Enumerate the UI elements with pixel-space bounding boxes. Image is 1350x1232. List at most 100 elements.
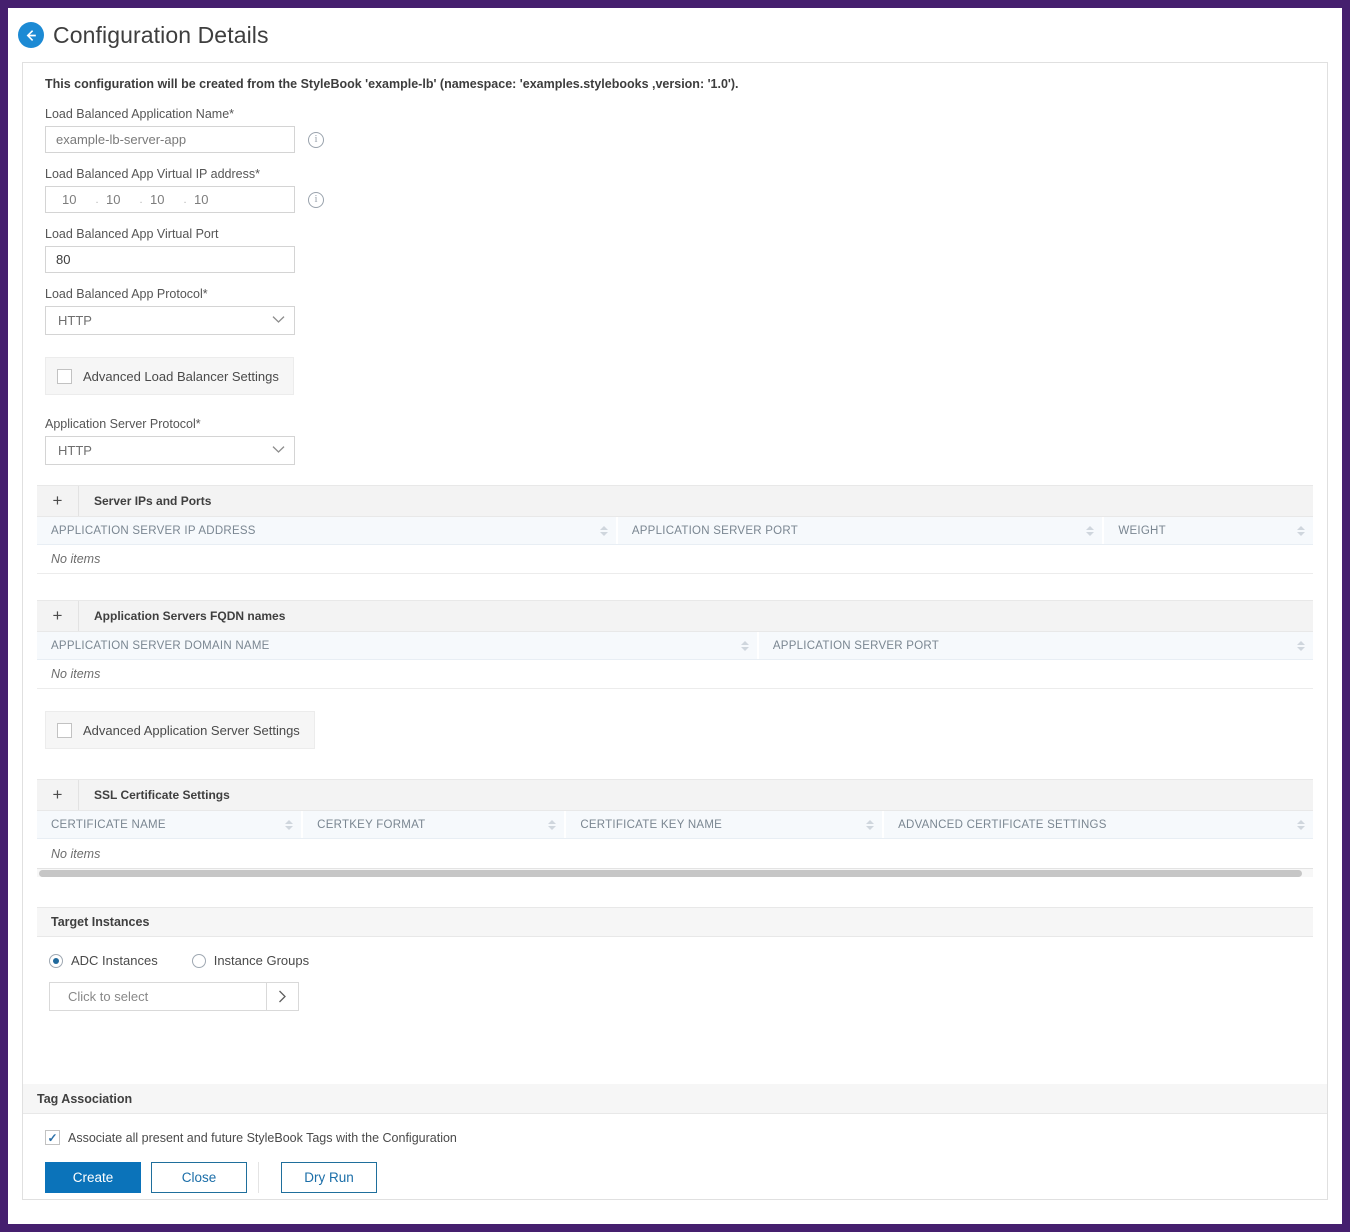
column-label: APPLICATION SERVER DOMAIN NAME xyxy=(51,639,270,652)
sort-icon[interactable] xyxy=(1297,525,1305,536)
app-name-input[interactable] xyxy=(45,126,295,153)
table-toolbar: + Server IPs and Ports xyxy=(37,485,1313,517)
section-target-instances: Target Instances ADC Instances Instance … xyxy=(37,907,1313,1011)
column-header-application-server-ip-address[interactable]: APPLICATION SERVER IP ADDRESS xyxy=(37,517,618,544)
sort-icon[interactable] xyxy=(740,640,749,651)
sort-icon[interactable] xyxy=(599,525,608,536)
sort-icon[interactable] xyxy=(866,819,875,830)
column-label: APPLICATION SERVER IP ADDRESS xyxy=(51,524,256,537)
app-protocol-label: Load Balanced App Protocol* xyxy=(45,287,208,301)
advanced-app-server-checkbox[interactable] xyxy=(57,722,72,738)
radio-adc-instances[interactable] xyxy=(49,953,63,968)
button-divider xyxy=(258,1162,259,1193)
table-application-servers-fqdn-names: + Application Servers FQDN names APPLICA… xyxy=(37,600,1313,689)
associate-tags-label: Associate all present and future StyleBo… xyxy=(68,1130,457,1145)
server-protocol-select[interactable]: HTTP xyxy=(45,436,295,465)
app-protocol-value: HTTP xyxy=(58,313,92,328)
column-header-application-server-domain-name[interactable]: APPLICATION SERVER DOMAIN NAME xyxy=(37,632,759,659)
column-label: ADVANCED CERTIFICATE SETTINGS xyxy=(898,818,1107,831)
advanced-load-balancer-settings-toggle[interactable]: Advanced Load Balancer Settings xyxy=(45,357,294,395)
ip-separator: . xyxy=(183,193,187,206)
table-header-row: APPLICATION SERVER DOMAIN NAME APPLICATI… xyxy=(37,632,1313,660)
ip-octet-1[interactable]: 10 xyxy=(62,192,88,207)
advanced-application-server-settings-toggle[interactable]: Advanced Application Server Settings xyxy=(45,711,315,749)
advanced-app-server-label: Advanced Application Server Settings xyxy=(83,722,300,738)
sort-icon[interactable] xyxy=(1297,640,1305,651)
table-horizontal-scrollbar[interactable] xyxy=(37,868,1313,877)
application-window: Configuration Details This configuration… xyxy=(8,8,1342,1224)
table-empty-message: No items xyxy=(37,839,1313,868)
virtual-port-input[interactable] xyxy=(45,246,295,273)
associate-tags-checkbox[interactable]: ✓ xyxy=(45,1130,60,1145)
back-arrow-icon[interactable] xyxy=(18,22,44,48)
table-title: Application Servers FQDN names xyxy=(94,609,286,623)
close-button[interactable]: Close xyxy=(151,1162,247,1193)
table-title: Server IPs and Ports xyxy=(94,494,212,508)
page-title: Configuration Details xyxy=(53,21,269,48)
advanced-lb-checkbox[interactable] xyxy=(57,368,72,384)
plus-icon[interactable]: + xyxy=(37,486,79,516)
server-protocol-value: HTTP xyxy=(58,443,92,458)
advanced-lb-label: Advanced Load Balancer Settings xyxy=(83,368,279,384)
stylebook-intro-text: This configuration will be created from … xyxy=(45,77,739,91)
sort-icon[interactable] xyxy=(548,819,557,830)
chevron-right-icon[interactable] xyxy=(266,983,298,1010)
scrollbar-thumb[interactable] xyxy=(39,870,1303,877)
server-protocol-label: Application Server Protocol* xyxy=(45,417,201,431)
column-header-weight[interactable]: WEIGHT xyxy=(1104,517,1313,544)
sort-icon[interactable] xyxy=(1297,819,1305,830)
check-icon: ✓ xyxy=(47,1130,58,1145)
ip-octet-2[interactable]: 10 xyxy=(106,192,132,207)
tag-association-title: Tag Association xyxy=(23,1084,1327,1114)
column-header-application-server-port[interactable]: APPLICATION SERVER PORT xyxy=(618,517,1105,544)
chevron-down-icon xyxy=(272,445,285,457)
table-server-ips-and-ports: + Server IPs and Ports APPLICATION SERVE… xyxy=(37,485,1313,574)
column-header-advanced-certificate-settings[interactable]: ADVANCED CERTIFICATE SETTINGS xyxy=(884,811,1313,838)
plus-icon[interactable]: + xyxy=(37,601,79,631)
tag-association-checkbox-row[interactable]: ✓ Associate all present and future Style… xyxy=(45,1130,1327,1145)
chevron-down-icon xyxy=(272,315,285,327)
table-toolbar: + SSL Certificate Settings xyxy=(37,779,1313,811)
table-empty-message: No items xyxy=(37,545,1313,574)
table-empty-message: No items xyxy=(37,660,1313,689)
table-ssl-certificate-settings: + SSL Certificate Settings CERTIFICATE N… xyxy=(37,779,1313,877)
instance-picker[interactable]: Click to select xyxy=(49,982,299,1011)
page-header: Configuration Details xyxy=(8,8,1342,62)
info-icon[interactable]: i xyxy=(308,191,324,208)
column-label: WEIGHT xyxy=(1118,524,1166,537)
field-virtual-port: Load Balanced App Virtual Port xyxy=(45,227,1305,273)
table-header-row: APPLICATION SERVER IP ADDRESS APPLICATIO… xyxy=(37,517,1313,545)
radio-adc-instances-label[interactable]: ADC Instances xyxy=(71,953,158,968)
info-icon[interactable]: i xyxy=(308,131,324,148)
table-header-row: CERTIFICATE NAME CERTKEY FORMAT CERTIFIC… xyxy=(37,811,1313,839)
virtual-port-label: Load Balanced App Virtual Port xyxy=(45,227,219,241)
app-protocol-select[interactable]: HTTP xyxy=(45,306,295,335)
sort-icon[interactable] xyxy=(285,819,294,830)
field-virtual-ip-address: Load Balanced App Virtual IP address* 10… xyxy=(45,167,1305,213)
radio-instance-groups[interactable] xyxy=(191,953,206,968)
ip-octet-3[interactable]: 10 xyxy=(150,192,176,207)
ip-separator: . xyxy=(139,193,143,206)
column-header-certkey-format[interactable]: CERTKEY FORMAT xyxy=(303,811,567,838)
column-header-certificate-name[interactable]: CERTIFICATE NAME xyxy=(37,811,304,838)
column-header-certificate-key-name[interactable]: CERTIFICATE KEY NAME xyxy=(566,811,885,838)
column-label: CERTKEY FORMAT xyxy=(317,818,426,831)
app-name-label: Load Balanced Application Name* xyxy=(45,107,235,121)
field-application-server-protocol: Application Server Protocol* HTTP xyxy=(45,417,1305,465)
ip-octet-4[interactable]: 10 xyxy=(194,192,220,207)
column-header-application-server-port[interactable]: APPLICATION SERVER PORT xyxy=(759,632,1313,659)
table-title: SSL Certificate Settings xyxy=(94,788,230,802)
create-button[interactable]: Create xyxy=(45,1162,141,1193)
plus-icon[interactable]: + xyxy=(37,780,79,810)
field-load-balanced-application-name: Load Balanced Application Name* i xyxy=(45,107,1305,153)
field-app-protocol: Load Balanced App Protocol* HTTP xyxy=(45,287,1305,335)
sort-icon[interactable] xyxy=(1086,525,1095,536)
instance-picker-placeholder[interactable]: Click to select xyxy=(50,983,266,1010)
dry-run-button[interactable]: Dry Run xyxy=(281,1162,377,1193)
column-label: CERTIFICATE KEY NAME xyxy=(580,818,723,831)
radio-instance-groups-label[interactable]: Instance Groups xyxy=(214,953,309,968)
virtual-ip-input[interactable]: 10 . 10 . 10 . 10 xyxy=(45,186,295,213)
virtual-ip-label: Load Balanced App Virtual IP address* xyxy=(45,167,260,181)
column-label: CERTIFICATE NAME xyxy=(51,818,166,831)
form-action-buttons: Create Close Dry Run xyxy=(45,1162,1327,1199)
